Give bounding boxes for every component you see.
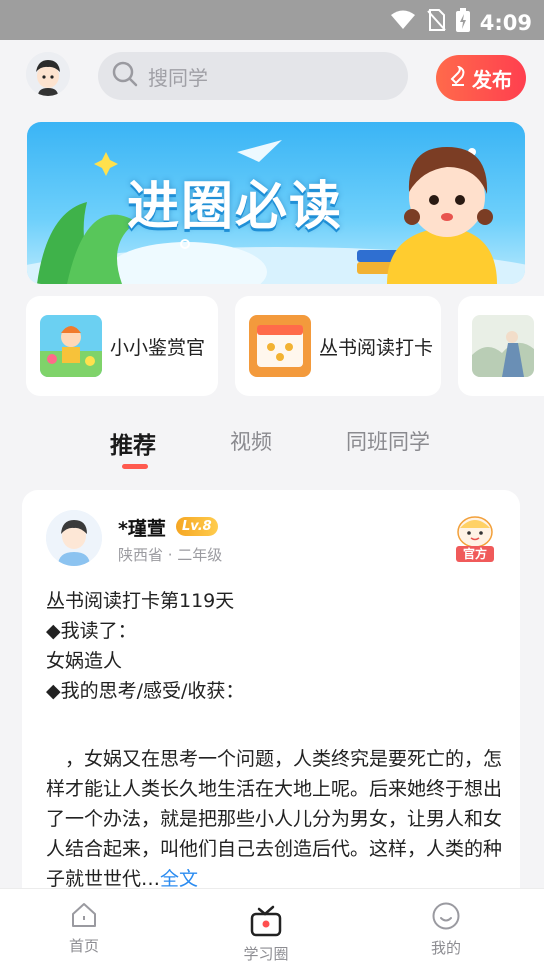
wifi-icon — [390, 10, 416, 35]
no-sim-icon — [426, 9, 446, 36]
official-label: 官方 — [462, 547, 487, 561]
feature-card-label: 小小鉴赏官 — [110, 336, 206, 359]
feature-card-appreciation[interactable]: 小小鉴赏官 — [26, 296, 218, 396]
post-card[interactable]: *瑾萱 Lv.8 陕西省 · 二年级 官方 丛书阅读打卡第119天 ◆我读了： … — [22, 490, 520, 910]
publish-label: 发布 — [472, 67, 512, 92]
author-meta: 陕西省 · 二年级 — [118, 546, 223, 564]
post-line: 丛书阅读打卡第119天 — [46, 590, 235, 612]
active-tab-indicator — [122, 464, 148, 469]
full-text-link[interactable]: 全文 — [160, 868, 198, 890]
post-line: ◆我的思考/感受/收获： — [46, 680, 245, 702]
post-line-blank — [46, 706, 506, 736]
post-paragraph: ，女娲又在思考一个问题，人类终究是要死亡的，怎样才能让人类长久地生活在大地上呢。… — [46, 744, 506, 894]
reading-checkin-thumbnail — [249, 315, 311, 377]
home-icon — [70, 903, 98, 933]
tab-classmates[interactable]: 同班同学 — [346, 426, 430, 456]
banner-title: 进圈必读 — [127, 177, 344, 237]
author-name[interactable]: *瑾萱 — [118, 514, 166, 541]
profile-icon — [431, 902, 461, 935]
feed-tabs: 推荐 视频 同班同学 — [0, 418, 544, 474]
bottom-nav: 首页 学习圈 我的 — [0, 888, 544, 968]
author-avatar[interactable] — [46, 510, 102, 566]
status-bar: 4:09 — [0, 0, 544, 40]
nav-study-circle-label: 学习圈 — [243, 945, 289, 963]
search-bar[interactable]: 搜同学 — [98, 52, 408, 100]
feature-cards: 小小鉴赏官 丛书阅读打卡 — [0, 296, 544, 400]
official-badge: 官方 — [450, 512, 500, 564]
publish-button[interactable]: 发布 — [436, 55, 526, 101]
nav-profile[interactable]: 我的 — [406, 901, 486, 958]
user-avatar[interactable] — [26, 52, 70, 96]
post-line: 女娲造人 — [46, 650, 123, 672]
status-time: 4:09 — [479, 10, 532, 35]
study-circle-icon — [249, 905, 283, 941]
level-badge: Lv.8 — [176, 517, 218, 536]
search-icon — [112, 61, 138, 91]
feature-card-reading-checkin[interactable]: 丛书阅读打卡 — [235, 296, 441, 396]
feature-card-third[interactable] — [458, 296, 544, 396]
post-excerpt: ，女娲又在思考一个问题，人类终究是要死亡的，怎样才能让人类长久地生活在大地上呢。… — [46, 748, 503, 890]
nav-home-label: 首页 — [68, 937, 99, 955]
post-content: 丛书阅读打卡第119天 ◆我读了： 女娲造人 ◆我的思考/感受/收获： ，女娲又… — [46, 586, 506, 894]
banner[interactable]: 进圈必读 — [27, 122, 525, 284]
nav-profile-label: 我的 — [430, 939, 461, 957]
search-placeholder: 搜同学 — [148, 65, 208, 90]
pen-icon — [450, 64, 468, 91]
nav-study-circle[interactable]: 学习圈 — [226, 905, 306, 964]
tab-video[interactable]: 视频 — [230, 426, 272, 456]
nav-home[interactable]: 首页 — [44, 901, 124, 956]
top-bar: 搜同学 发布 — [0, 40, 544, 114]
status-icons: 4:09 — [390, 8, 532, 37]
battery-icon — [455, 8, 470, 37]
feature-card-label: 丛书阅读打卡 — [319, 336, 434, 359]
tab-recommend[interactable]: 推荐 — [110, 426, 156, 460]
appreciation-thumbnail — [40, 315, 102, 377]
post-line: ◆我读了： — [46, 620, 137, 642]
third-card-thumbnail — [472, 315, 534, 377]
